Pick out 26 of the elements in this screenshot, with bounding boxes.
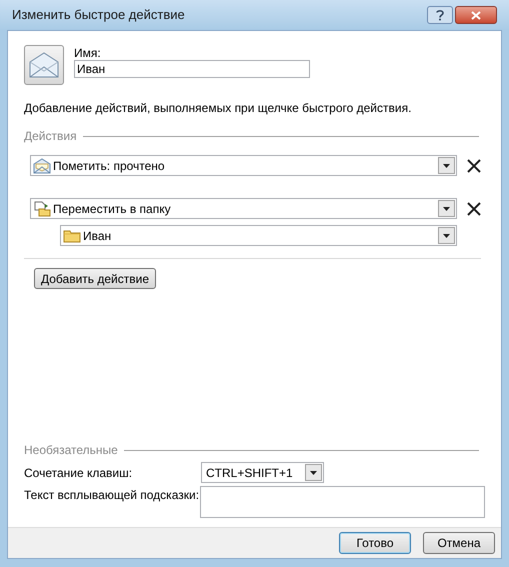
section-title: Действия [24,128,77,145]
folder-icon [63,228,81,242]
name-label: Имя: [74,46,102,60]
close-icon [471,10,481,20]
add-action-button[interactable]: Добавить действие [34,268,156,289]
shortcut-label: Сочетание клавиш: [24,464,134,482]
help-button[interactable] [427,6,453,24]
remove-icon[interactable] [467,158,481,172]
dialog-button[interactable]: Готово [339,532,411,554]
shortcut-dropdown[interactable]: CTRL+SHIFT+1 [201,462,324,483]
name-field[interactable]: Иван [74,60,310,78]
action-dropdown[interactable]: Переместить в папку [30,198,457,219]
envelope-icon [33,158,51,174]
dialog-button[interactable]: Отмена [423,532,495,554]
folder-dropdown[interactable]: Иван [60,225,457,246]
document-folder-icon [33,200,51,216]
description-text: Добавление действий, выполняемых при щелчке быстрого действия. [24,100,412,117]
tooltip-field[interactable] [200,486,485,518]
remove-icon[interactable] [467,202,481,216]
tooltip-label: Текст всплывающей подсказки: [24,487,200,504]
close-button[interactable] [455,6,497,24]
section-title: Необязательные [24,442,118,459]
window-title: Изменить быстрое действие [12,6,186,24]
help-icon [436,9,444,21]
envelope-icon[interactable] [24,45,64,85]
action-dropdown[interactable]: Пометить: прочтено [30,155,457,176]
